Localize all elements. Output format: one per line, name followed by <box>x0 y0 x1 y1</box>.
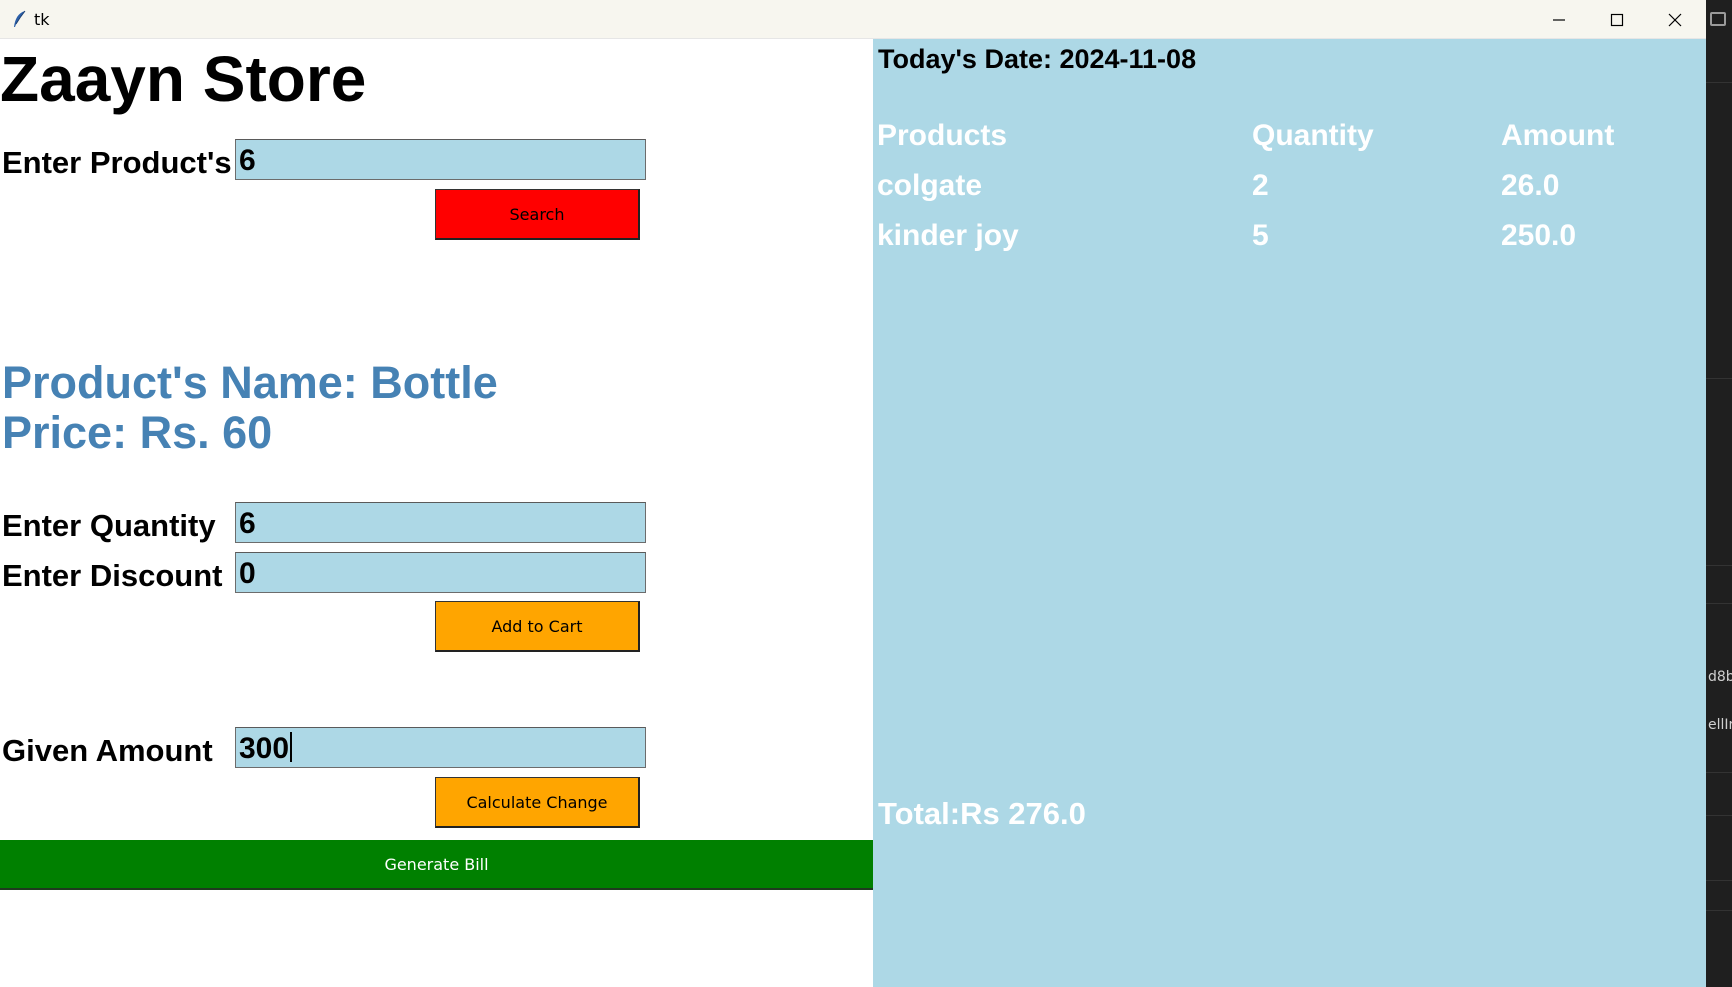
cart-item-amount: 250.0 <box>1501 219 1577 252</box>
cart-item-amount: 26.0 <box>1501 169 1560 202</box>
close-icon <box>1668 13 1682 26</box>
given-amount-value: 300 <box>239 732 290 765</box>
given-amount-label: Given Amount <box>2 733 213 768</box>
search-button[interactable]: Search <box>435 189 640 240</box>
background-window-edge: d8bl ellIr <box>1706 0 1732 987</box>
cart-item-product: colgate <box>877 169 983 202</box>
store-form-panel: Zaayn Store Enter Product's 6 Search Pro… <box>0 39 873 987</box>
quantity-label: Enter Quantity <box>2 508 216 543</box>
quantity-input[interactable]: 6 <box>235 502 646 543</box>
product-price-text: Price: Rs. 60 <box>2 407 273 458</box>
divider <box>1706 82 1732 83</box>
window-title: tk <box>34 10 50 29</box>
minimize-button[interactable] <box>1530 0 1588 39</box>
product-search-input[interactable]: 6 <box>235 139 646 180</box>
cart-item-quantity: 2 <box>1252 169 1269 202</box>
generate-bill-button[interactable]: Generate Bill <box>0 840 873 890</box>
divider <box>1706 815 1732 816</box>
divider <box>1706 565 1732 566</box>
bill-panel: Today's Date: 2024-11-08 Products Quanti… <box>873 39 1706 987</box>
given-amount-input[interactable]: 300 <box>235 727 646 768</box>
discount-input[interactable]: 0 <box>235 552 646 593</box>
add-to-cart-button[interactable]: Add to Cart <box>435 601 640 652</box>
total-amount-label: Total:Rs 276.0 <box>878 796 1086 831</box>
cart-item-quantity: 5 <box>1252 219 1269 252</box>
divider <box>1706 880 1732 881</box>
column-header-quantity: Quantity <box>1252 119 1374 152</box>
date-label: Today's Date: 2024-11-08 <box>878 44 1197 74</box>
background-text-fragment: ellIr <box>1708 717 1732 733</box>
layout-icon <box>1710 12 1726 26</box>
column-header-products: Products <box>877 119 1008 152</box>
cart-item-product: kinder joy <box>877 219 1019 252</box>
feather-icon <box>14 10 26 27</box>
divider <box>1706 910 1732 911</box>
discount-label: Enter Discount <box>2 558 223 593</box>
product-name-text: Product's Name: Bottle <box>2 357 498 408</box>
column-header-amount: Amount <box>1501 119 1615 152</box>
product-search-label: Enter Product's <box>2 145 232 180</box>
calculate-change-button[interactable]: Calculate Change <box>435 777 640 828</box>
store-name-heading: Zaayn Store <box>0 43 367 115</box>
divider <box>1706 603 1732 604</box>
divider <box>1706 772 1732 773</box>
background-text-fragment: d8bl <box>1708 669 1732 685</box>
maximize-icon <box>1610 13 1624 26</box>
divider <box>1706 378 1732 379</box>
minimize-icon <box>1553 18 1565 21</box>
maximize-button[interactable] <box>1588 0 1646 39</box>
window-titlebar: tk <box>0 0 1706 39</box>
text-caret <box>290 732 293 762</box>
close-button[interactable] <box>1646 0 1704 39</box>
